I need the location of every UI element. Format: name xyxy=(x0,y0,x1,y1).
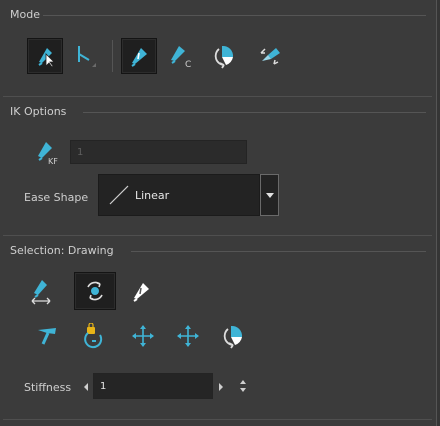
svg-text:KF: KF xyxy=(48,157,58,166)
mode-section: Mode C xyxy=(3,0,432,97)
move-cross-button[interactable] xyxy=(125,318,161,354)
stiffness-decrease-arrow[interactable] xyxy=(81,381,91,393)
rotate-pie-selection-button[interactable] xyxy=(216,318,252,354)
stiffness-label: Stiffness xyxy=(24,381,72,394)
move-cross-icon xyxy=(132,325,154,347)
lock-rotate-button[interactable] xyxy=(76,318,112,354)
pen-c-icon: C xyxy=(171,46,191,69)
transform-select-button[interactable] xyxy=(27,38,63,74)
move-cross-alt-icon xyxy=(177,325,199,347)
lock-rotate-icon xyxy=(84,323,103,349)
pen-c-button[interactable]: C xyxy=(163,38,199,74)
ease-shape-dropdown-arrow[interactable] xyxy=(260,174,279,216)
rotate-circle-button[interactable] xyxy=(74,272,116,310)
tool-properties-panel: Mode C IK Options KF 1 Ease Shape Linear… xyxy=(0,0,437,426)
ik-options-rule xyxy=(83,112,426,113)
ease-shape-value: Linear xyxy=(135,188,170,202)
hammer-pin-button[interactable] xyxy=(29,318,65,354)
arrow-right-icon xyxy=(219,383,223,391)
pen-arrows-icon xyxy=(31,280,51,305)
linear-curve-icon xyxy=(109,185,129,205)
svg-text:C: C xyxy=(185,60,191,69)
selection-drawing-section: Selection: Drawing Stiffness 1 xyxy=(3,236,432,420)
keyframe-kf-icon: KF xyxy=(35,139,63,167)
mode-section-title: Mode xyxy=(10,8,40,21)
pen-transform-button[interactable] xyxy=(121,38,157,74)
chevron-down-icon xyxy=(265,193,274,198)
rotate-pie-button[interactable] xyxy=(207,38,243,74)
stiffness-increase-arrow[interactable] xyxy=(216,381,226,393)
selection-drawing-title: Selection: Drawing xyxy=(10,244,114,257)
pen-flip-button[interactable] xyxy=(253,38,289,74)
move-cross-alt-button[interactable] xyxy=(170,318,206,354)
pen-arrows-button[interactable] xyxy=(23,273,59,309)
kf-value-field[interactable]: 1 xyxy=(70,140,247,164)
ik-options-title: IK Options xyxy=(10,105,67,118)
pen-flip-icon xyxy=(260,48,280,65)
selection-drawing-rule xyxy=(131,251,426,252)
rotate-circle-icon xyxy=(87,281,103,301)
stiffness-input[interactable]: 1 xyxy=(93,373,213,399)
pen-white-button[interactable] xyxy=(123,273,159,309)
pen-transform-icon xyxy=(131,48,147,67)
bone-chain-button[interactable] xyxy=(69,38,105,74)
pen-white-icon xyxy=(133,283,149,302)
hammer-pin-icon xyxy=(38,328,56,345)
stiffness-spinner[interactable] xyxy=(238,378,248,394)
rotate-pie-icon xyxy=(223,325,243,349)
mode-section-rule xyxy=(43,15,426,16)
mode-divider xyxy=(112,40,113,72)
bone-chain-icon xyxy=(78,46,96,67)
ease-shape-label: Ease Shape xyxy=(24,191,89,204)
rotate-pie-icon xyxy=(214,45,234,69)
ik-options-section: IK Options KF 1 Ease Shape Linear xyxy=(3,97,432,236)
up-down-icon xyxy=(240,380,246,392)
arrow-left-icon xyxy=(84,383,88,391)
transform-select-icon xyxy=(38,48,55,68)
ease-shape-dropdown[interactable]: Linear xyxy=(98,174,260,216)
